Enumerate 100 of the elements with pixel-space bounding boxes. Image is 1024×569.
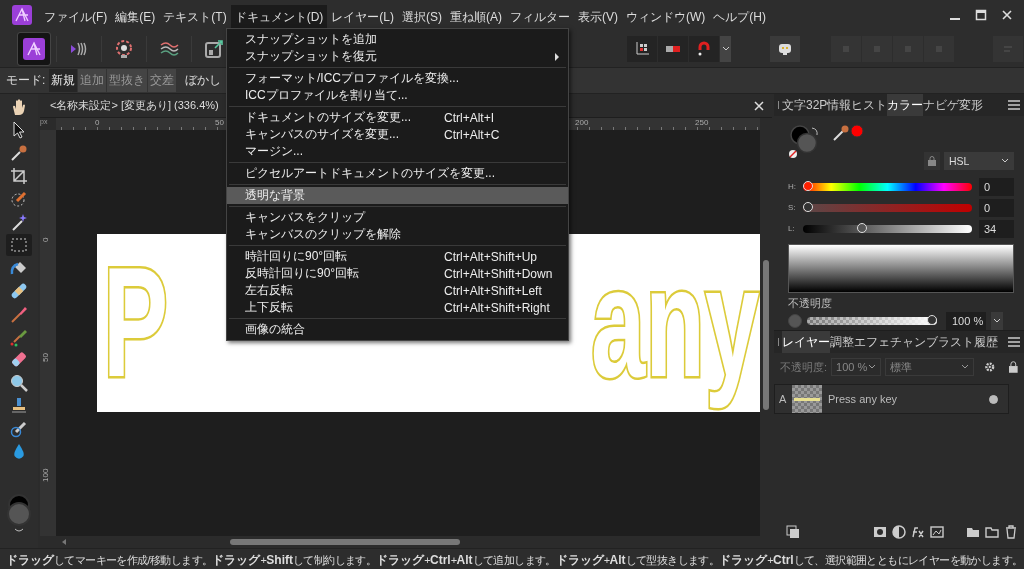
menu-icon[interactable] xyxy=(1008,337,1020,347)
menu-item[interactable]: テキスト(T) xyxy=(159,5,231,29)
settings-icon[interactable] xyxy=(984,361,996,373)
maximize-icon[interactable] xyxy=(974,8,988,22)
document-title: <名称未設定> [変更あり] (336.4%) xyxy=(50,98,219,113)
panel-tab[interactable]: レイヤー xyxy=(782,331,830,353)
mask-icon[interactable] xyxy=(872,525,887,539)
menu-item[interactable]: 左右反転 Ctrl+Alt+Shift+Left xyxy=(227,282,568,299)
layer-name: Press any key xyxy=(828,393,899,405)
opacity-field[interactable]: 100 % xyxy=(946,312,986,330)
panel-tab[interactable]: 履歴 xyxy=(974,331,998,353)
persona-button[interactable] xyxy=(18,32,50,65)
caret-icon xyxy=(961,364,970,370)
menu-item[interactable]: キャンバスをクリップ xyxy=(227,209,568,226)
menu-item[interactable]: フィルター xyxy=(506,5,574,29)
panel-tab[interactable]: チャン xyxy=(890,331,926,353)
menu-item[interactable]: ピクセルアートドキュメントのサイズを変更... xyxy=(227,165,568,182)
value-field[interactable]: 0 xyxy=(979,198,1014,217)
menu-item[interactable]: ICCプロファイルを割り当て... xyxy=(227,87,568,104)
filter-icon[interactable] xyxy=(929,525,944,539)
eyedropper-icon[interactable] xyxy=(832,124,850,142)
panel-tab[interactable]: 32P xyxy=(806,94,828,116)
menu-icon[interactable] xyxy=(1008,100,1020,110)
trash-icon[interactable] xyxy=(1004,525,1018,539)
opacity-slider-track[interactable] xyxy=(807,317,937,325)
slider-track[interactable] xyxy=(803,182,972,191)
new-folder-icon[interactable] xyxy=(985,525,999,539)
scroll-left-icon[interactable] xyxy=(60,538,68,546)
mode-button[interactable]: 追加 xyxy=(78,69,107,92)
blend-mode-select[interactable]: 標準 xyxy=(885,358,975,376)
adjustment-icon[interactable] xyxy=(891,525,906,539)
fx-icon[interactable] xyxy=(910,525,925,539)
folder-icon[interactable] xyxy=(966,525,980,539)
snapping-button[interactable] xyxy=(627,35,657,62)
panel-tab[interactable]: カラー xyxy=(887,94,924,116)
ruler-label: 0 xyxy=(41,237,50,242)
slider-thumb[interactable] xyxy=(803,180,813,191)
menu-item[interactable]: 時計回りに90°回転 Ctrl+Alt+Shift+Up xyxy=(227,248,568,265)
menu-item[interactable]: 透明な背景 xyxy=(227,187,568,204)
menu-item[interactable]: ファイル(F) xyxy=(40,5,112,29)
app-logo-icon[interactable] xyxy=(12,5,32,25)
menu-item[interactable]: 上下反転 Ctrl+Alt+Shift+Right xyxy=(227,299,568,316)
menu-item[interactable]: マージン... xyxy=(227,143,568,160)
ruler-label: 250 xyxy=(695,118,709,127)
value-field[interactable]: 0 xyxy=(979,177,1014,196)
mode-button[interactable]: 型抜き xyxy=(107,69,148,92)
opacity-select[interactable]: 100 % xyxy=(831,358,882,376)
menu-item[interactable]: 画像の統合 xyxy=(227,321,568,338)
slider-track[interactable] xyxy=(803,224,972,233)
menu-item[interactable]: レイヤー(L) xyxy=(327,5,398,29)
panel-tab[interactable]: ヒスト xyxy=(851,94,888,116)
lock-button[interactable] xyxy=(924,152,940,170)
mode-button[interactable]: 新規 xyxy=(49,69,78,92)
menu-item[interactable]: ドキュメント(D) xyxy=(230,5,328,29)
toggle-button[interactable] xyxy=(658,35,688,62)
menu-item[interactable]: キャンバスのクリップを解除 xyxy=(227,226,568,243)
slider-track[interactable] xyxy=(803,203,972,212)
panel-tab[interactable]: 調整 xyxy=(830,331,854,353)
panel-tab[interactable]: スト xyxy=(950,331,974,353)
magnet-button[interactable] xyxy=(689,35,719,62)
color-brush-icon xyxy=(9,327,29,347)
color-model-select[interactable]: HSL xyxy=(944,152,1014,170)
magnet-icon xyxy=(696,40,712,57)
menu-item[interactable]: 編集(E) xyxy=(111,5,160,29)
menu-item[interactable]: ドキュメントのサイズを変更... Ctrl+Alt+I xyxy=(227,109,568,126)
menu-item[interactable]: 選択(S) xyxy=(398,5,446,29)
close-icon[interactable] xyxy=(1000,8,1014,22)
lock-icon[interactable] xyxy=(1009,361,1018,373)
panel-tab[interactable]: エフェ xyxy=(854,331,890,353)
assistant-button[interactable] xyxy=(770,35,800,62)
panel-tab[interactable]: ナビゲ xyxy=(923,94,960,116)
color-gradient-box[interactable] xyxy=(788,244,1014,293)
slider-thumb[interactable] xyxy=(927,315,937,325)
color-dot-icon xyxy=(850,124,864,138)
scrollbar-thumb[interactable] xyxy=(230,539,460,545)
close-icon[interactable] xyxy=(754,100,764,111)
panel-tab[interactable]: 文字 xyxy=(782,94,806,116)
dropdown-button[interactable] xyxy=(991,312,1003,330)
layer-row[interactable]: A Press any key xyxy=(774,384,1009,414)
visibility-dot[interactable] xyxy=(989,394,998,404)
mode-button[interactable]: 交差 xyxy=(148,69,177,92)
menu-item[interactable]: スナップショットを追加 xyxy=(227,31,568,48)
menu-item[interactable]: 反時計回りに90°回転 Ctrl+Alt+Shift+Down xyxy=(227,265,568,282)
menu-item[interactable]: ヘルプ(H) xyxy=(709,5,770,29)
canvas-text: P xyxy=(103,235,169,411)
menu-item[interactable]: キャンバスのサイズを変更... Ctrl+Alt+C xyxy=(227,126,568,143)
panel-tab[interactable]: 情報 xyxy=(827,94,852,116)
menu-item[interactable]: 重ね順(A) xyxy=(446,5,506,29)
color-swatch-icon[interactable] xyxy=(5,494,33,534)
value-field[interactable]: 34 xyxy=(979,219,1014,238)
menu-item[interactable]: ウィンドウ(W) xyxy=(622,5,710,29)
panel-tab[interactable]: 変形 xyxy=(959,94,984,116)
scrollbar-thumb[interactable] xyxy=(763,260,769,410)
panel-tab[interactable]: ブラ xyxy=(926,331,950,353)
menu-item[interactable]: フォーマット/ICCプロファイルを変換... xyxy=(227,70,568,87)
menu-item[interactable]: スナップショットを復元 xyxy=(227,48,568,65)
layers-icon[interactable] xyxy=(786,525,800,539)
slider-thumb[interactable] xyxy=(857,222,868,233)
slider-thumb[interactable] xyxy=(803,201,813,212)
menu-item[interactable]: 表示(V) xyxy=(574,5,622,29)
